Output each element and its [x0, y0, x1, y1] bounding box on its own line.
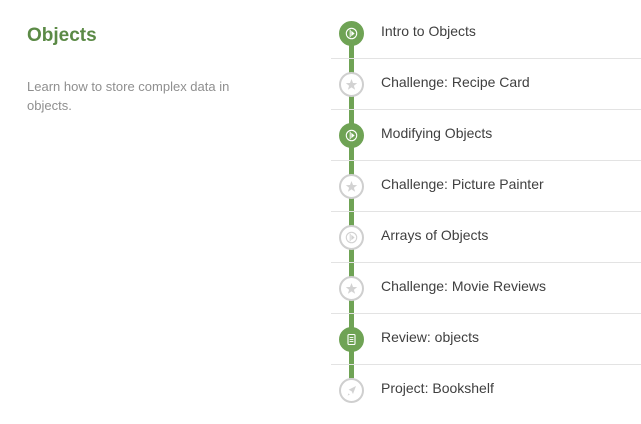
lesson-status-node [339, 123, 364, 148]
section-description: Learn how to store complex data in objec… [27, 79, 230, 113]
lesson-label[interactable]: Project: Bookshelf [381, 380, 494, 396]
lesson-status-node [339, 327, 364, 352]
lesson-label[interactable]: Intro to Objects [381, 23, 476, 39]
lesson-item[interactable]: Arrays of Objects [331, 212, 641, 263]
star-icon [345, 283, 358, 294]
lesson-status-node [339, 225, 364, 250]
star-icon [345, 79, 358, 90]
lesson-label[interactable]: Challenge: Picture Painter [381, 176, 544, 192]
section-title: Objects [27, 25, 97, 46]
talkthrough-icon [345, 27, 358, 40]
lesson-item[interactable]: Challenge: Movie Reviews [331, 263, 641, 314]
lesson-status-node [339, 21, 364, 46]
lesson-label[interactable]: Arrays of Objects [381, 227, 488, 243]
lesson-status-node [339, 174, 364, 199]
lesson-item[interactable]: Project: Bookshelf [331, 365, 641, 416]
lesson-label[interactable]: Review: objects [381, 329, 479, 345]
lesson-label[interactable]: Modifying Objects [381, 125, 492, 141]
lesson-status-node [339, 72, 364, 97]
lesson-item[interactable]: Challenge: Recipe Card [331, 59, 641, 110]
star-icon [345, 181, 358, 192]
lesson-label[interactable]: Challenge: Movie Reviews [381, 278, 546, 294]
document-icon [347, 333, 356, 346]
lesson-item[interactable]: Modifying Objects [331, 110, 641, 161]
lesson-status-node [339, 378, 364, 403]
lesson-item[interactable]: Intro to Objects [331, 8, 641, 59]
talkthrough-icon [345, 231, 358, 244]
lesson-label[interactable]: Challenge: Recipe Card [381, 74, 530, 90]
lesson-item[interactable]: Review: objects [331, 314, 641, 365]
talkthrough-icon [345, 129, 358, 142]
rocket-icon [347, 386, 356, 396]
lesson-item[interactable]: Challenge: Picture Painter [331, 161, 641, 212]
lesson-status-node [339, 276, 364, 301]
